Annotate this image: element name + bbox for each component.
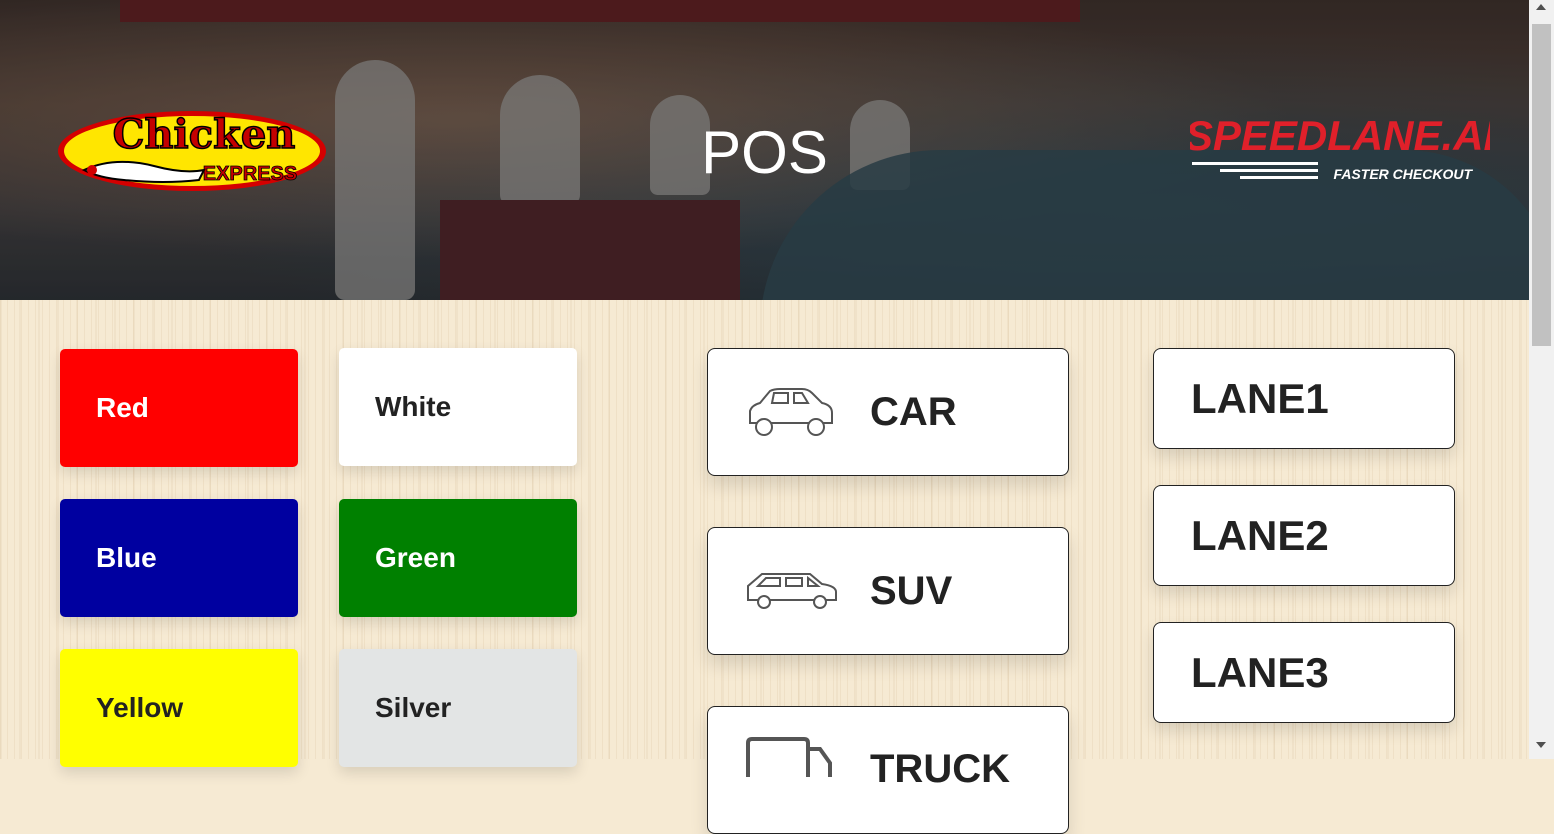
color-label: Silver <box>375 692 452 723</box>
scroll-down-arrow-icon[interactable] <box>1536 742 1546 748</box>
lane-button-2[interactable]: LANE2 <box>1153 485 1455 586</box>
speedlane-logo: SPEEDLANE.AI FASTER CHECKOUT <box>1185 112 1497 193</box>
color-label: Green <box>375 542 456 573</box>
logo-text-tagline: FASTER CHECKOUT <box>1334 166 1474 182</box>
vehicle-button-truck[interactable]: TRUCK <box>707 706 1069 834</box>
color-label: Red <box>96 392 149 423</box>
vehicle-label: CAR <box>870 390 957 434</box>
lane-label: LANE1 <box>1191 374 1329 422</box>
color-label: Blue <box>96 542 157 573</box>
color-button-white[interactable]: White <box>339 348 577 466</box>
color-button-silver[interactable]: Silver <box>339 649 577 767</box>
vehicle-button-suv[interactable]: SUV <box>707 527 1069 655</box>
color-button-green[interactable]: Green <box>339 499 577 617</box>
hero-banner: Chicken EXPRESS POS SPEEDLANE.AI FASTER … <box>0 0 1529 300</box>
color-button-yellow[interactable]: Yellow <box>60 649 298 767</box>
vertical-scrollbar[interactable] <box>1529 0 1554 759</box>
lane-label: LANE2 <box>1191 511 1329 559</box>
scroll-up-arrow-icon[interactable] <box>1536 4 1546 10</box>
color-label: Yellow <box>96 692 184 723</box>
lane-button-3[interactable]: LANE3 <box>1153 622 1455 723</box>
logo-text-speedlane: SPEEDLANE.AI <box>1190 112 1490 159</box>
truck-icon <box>746 737 836 782</box>
vehicle-label: SUV <box>870 569 953 613</box>
vehicle-label: TRUCK <box>870 747 1010 791</box>
vehicle-button-car[interactable]: CAR <box>707 348 1069 476</box>
color-button-blue[interactable]: Blue <box>60 499 298 617</box>
lane-button-1[interactable]: LANE1 <box>1153 348 1455 449</box>
color-button-red[interactable]: Red <box>60 349 298 467</box>
lane-label: LANE3 <box>1191 648 1329 696</box>
color-label: White <box>375 391 452 422</box>
pos-panel: Red White Blue Green Yellow Silver CAR S… <box>0 300 1529 834</box>
scrollbar-thumb[interactable] <box>1532 24 1551 346</box>
suv-icon <box>746 570 838 615</box>
car-icon <box>746 387 836 442</box>
